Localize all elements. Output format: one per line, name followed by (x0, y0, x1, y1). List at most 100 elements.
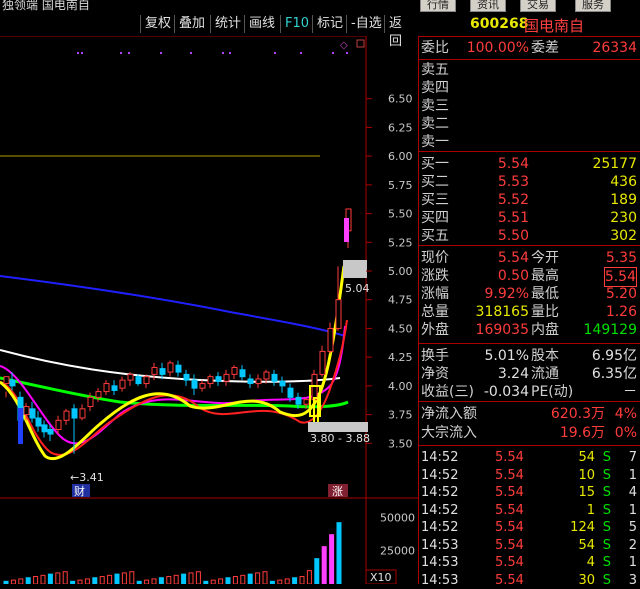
candle-body (119, 379, 126, 389)
tick-count: 7 (628, 450, 637, 465)
stat-value-2: 149129 (583, 322, 637, 338)
stat-label-2: 最低 (531, 286, 559, 302)
tick-volume: 54 (578, 450, 595, 465)
sell-row: 卖三 (419, 97, 640, 115)
draw-line-button[interactable]: 画线 (244, 15, 279, 33)
candle-body (23, 406, 30, 416)
buy-level-label: 买二 (421, 174, 449, 190)
candle-body (35, 417, 42, 427)
tick-time: 14:53 (421, 572, 459, 588)
tick-time: 14:52 (421, 467, 459, 483)
tick-volume: 54 (578, 537, 595, 553)
volume-bar (210, 579, 216, 585)
volume-bar (255, 572, 261, 585)
stat-value: 5.54 (497, 250, 529, 266)
tick-side: S (602, 450, 611, 465)
menu-button-zixun[interactable]: 资讯 (470, 0, 506, 12)
candle-body (191, 379, 198, 389)
tick-side: S (602, 485, 611, 500)
statistics-button[interactable]: 统计 (210, 15, 245, 33)
restore-rights-button[interactable]: 复权 (140, 15, 175, 33)
fund-value-2: 6.95亿 (591, 348, 637, 364)
tick-volume: 10 (578, 467, 595, 483)
candle-body (327, 327, 334, 352)
mark-button[interactable]: 标记 (312, 15, 347, 33)
price-tick-label: 5.75 (388, 179, 413, 192)
overlay-button[interactable]: 叠加 (174, 15, 209, 33)
sell-row: 卖一 (419, 133, 640, 151)
buy-price: 5.54 (497, 156, 529, 172)
tick-volume: 30 (578, 572, 595, 588)
flow-value: 620.3万 (550, 406, 605, 422)
kline-chart[interactable]: ◇ 5.04 3.80 - 3.88 ←3.41 财 涨 6.50 6.25 6.0… (0, 35, 418, 585)
tick-time: 14:53 (421, 537, 459, 553)
buy-level-label: 买一 (421, 156, 449, 172)
tick-volume: 1 (586, 502, 595, 518)
stat-value: 9.92% (484, 286, 529, 302)
candle-body (231, 366, 238, 375)
candle-body (295, 396, 302, 405)
stat-label: 涨幅 (421, 286, 449, 302)
fund-value: -0.034 (483, 384, 529, 400)
volume-tick-label: 25000 (380, 545, 415, 558)
candle-body (87, 396, 94, 408)
volume-bar (284, 578, 290, 585)
kline-chart-svg[interactable]: ◇ 5.04 3.80 - 3.88 ←3.41 财 涨 6.50 6.25 6.0… (0, 35, 418, 585)
volume-bar (55, 572, 61, 585)
price-tick-label: 4.50 (388, 322, 413, 335)
candle-body (55, 419, 62, 431)
price-tick-label: 3.50 (388, 437, 413, 450)
fund-row: 收益(三) -0.034 PE(动) － (419, 383, 640, 401)
candle-body (279, 380, 286, 387)
volume-bars (3, 522, 342, 585)
tick-price: 5.54 (495, 520, 524, 535)
candle-body (9, 379, 16, 387)
candles (3, 208, 352, 454)
volume-multiplier: X10 (370, 571, 392, 584)
menu-button-jiaoyi[interactable]: 交易 (520, 0, 556, 12)
remove-watchlist-button[interactable]: -自选 (346, 15, 386, 33)
sell-level-label: 卖三 (421, 98, 449, 114)
price-tick-label: 6.00 (388, 150, 413, 163)
fund-label: 换手 (421, 348, 449, 364)
tick-count: 2 (628, 537, 637, 553)
stat-value: 169035 (475, 322, 529, 338)
fund-label: 收益(三) (421, 384, 474, 400)
buy-price: 5.51 (497, 210, 529, 226)
buy-level-label: 买五 (421, 228, 449, 244)
buy-volume: 230 (610, 210, 637, 226)
trade-tick-row: 14:52 5.54 1 S 1 (419, 502, 640, 519)
tick-side: S (602, 572, 611, 588)
tick-side: S (602, 520, 611, 535)
menu-button-fuwu[interactable]: 服务 (575, 0, 611, 12)
tick-count: 1 (628, 555, 637, 570)
down-candle-blue (18, 408, 23, 444)
low-price-label: ←3.41 (70, 471, 104, 484)
trade-tick-row: 14:53 5.54 54 S 2 (419, 537, 640, 554)
f10-button[interactable]: F10 (280, 15, 313, 33)
back-button[interactable]: 返回 (384, 15, 418, 49)
candle-body (103, 383, 110, 393)
buy-row: 买三 5.52 189 (419, 191, 640, 209)
fund-label: 净资 (421, 366, 449, 382)
candle-body (143, 376, 150, 385)
weibi-row: 委比 100.00% 委差 26334 (419, 39, 640, 57)
volume-bar (107, 574, 113, 585)
buy-volume: 189 (610, 192, 637, 208)
volume-bar (240, 574, 246, 585)
candle-body (167, 362, 174, 373)
candle-body (71, 408, 78, 419)
stat-label-2: 今开 (531, 250, 559, 266)
volume-bar (329, 534, 335, 585)
menu-button-hangqing[interactable]: 行情 (420, 0, 456, 12)
flow-row: 净流入额 620.3万 4% (419, 405, 640, 423)
candle-body (79, 408, 86, 419)
tick-time: 14:52 (421, 485, 459, 500)
svg-text:◇: ◇ (340, 40, 348, 51)
price-tick-label: 5.25 (388, 236, 413, 249)
tick-side: S (602, 555, 611, 570)
buy-row: 买四 5.51 230 (419, 209, 640, 227)
stock-name: 国电南自 (524, 17, 585, 35)
candle-body (63, 410, 70, 421)
buy-row: 买一 5.54 25177 (419, 155, 640, 173)
